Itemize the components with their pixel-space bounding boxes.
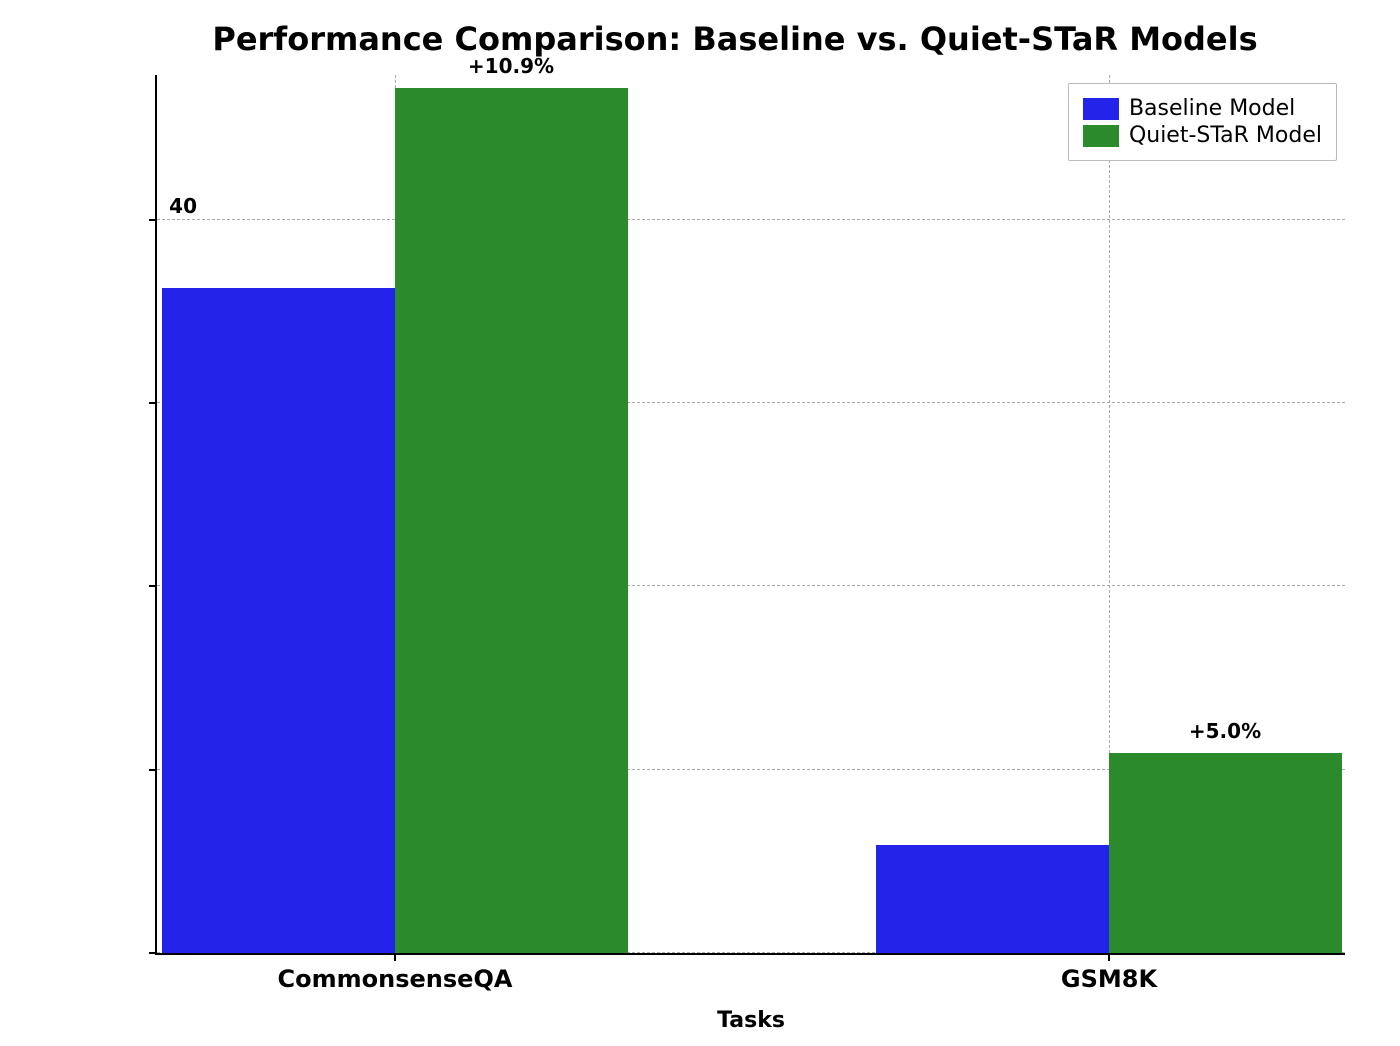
tick-mark	[149, 769, 157, 771]
legend-item: Quiet-STaR Model	[1083, 123, 1322, 148]
legend: Baseline Model Quiet-STaR Model	[1068, 83, 1337, 161]
legend-label: Baseline Model	[1129, 96, 1295, 121]
annotation: +10.9%	[468, 54, 554, 78]
chart-title: Performance Comparison: Baseline vs. Qui…	[105, 20, 1365, 58]
legend-item: Baseline Model	[1083, 96, 1322, 121]
tick-mark	[149, 952, 157, 954]
x-axis-label: Tasks	[717, 1008, 785, 1033]
gridline	[157, 219, 1345, 220]
xtick-mark	[394, 953, 396, 961]
legend-swatch	[1083, 98, 1119, 120]
bar-baseline	[876, 845, 1109, 953]
legend-swatch	[1083, 125, 1119, 147]
tick-mark	[149, 585, 157, 587]
ytick-label: 40	[157, 194, 197, 218]
xtick-mark	[1108, 953, 1110, 961]
xtick-label: GSM8K	[1061, 965, 1157, 993]
annotation: +5.0%	[1189, 719, 1261, 743]
chart-container: Performance Comparison: Baseline vs. Qui…	[105, 20, 1365, 1025]
bar-baseline	[162, 288, 395, 954]
plot-area: Performance (%) Tasks 0 10 20 30 40 Comm…	[155, 75, 1345, 955]
legend-label: Quiet-STaR Model	[1129, 123, 1322, 148]
tick-mark	[149, 402, 157, 404]
xtick-label: CommonsenseQA	[278, 965, 513, 993]
bar-quietstar	[1109, 753, 1342, 953]
bar-quietstar	[395, 88, 628, 953]
tick-mark	[149, 219, 157, 221]
